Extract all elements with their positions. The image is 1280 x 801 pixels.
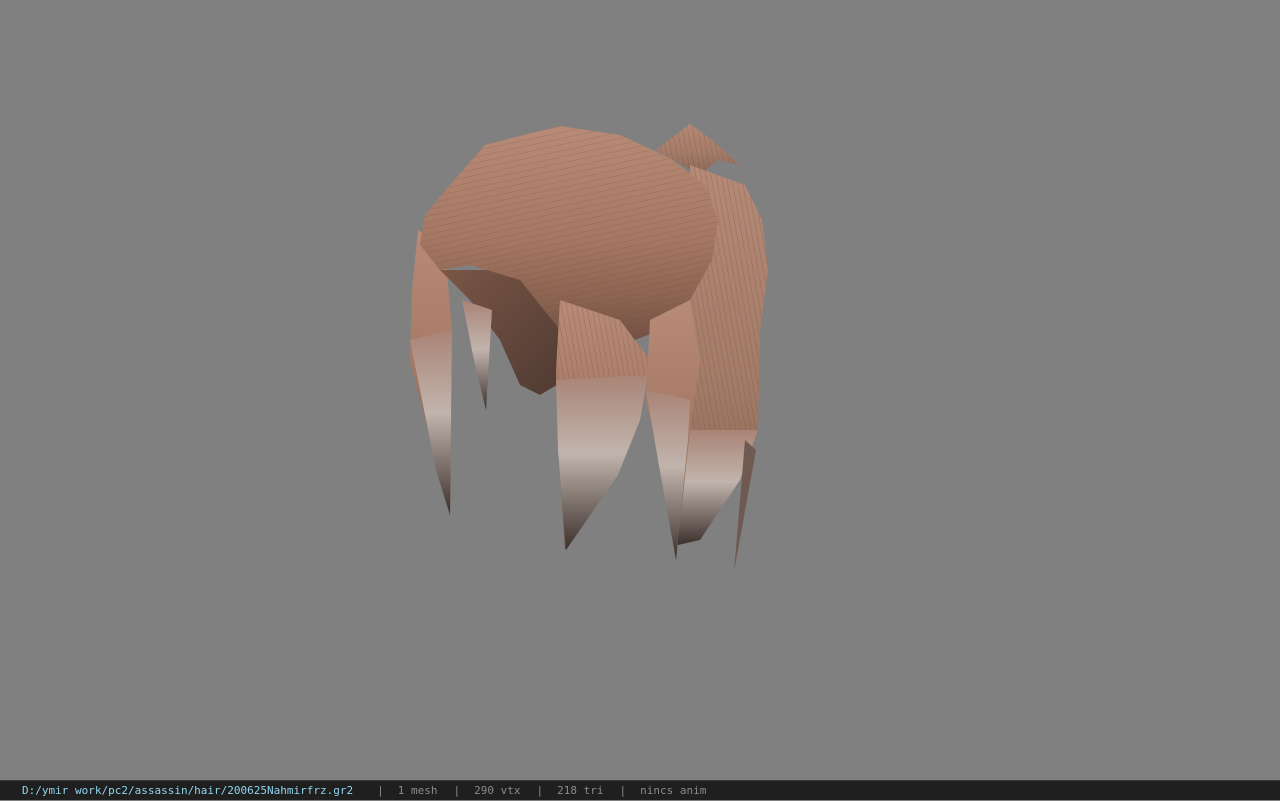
animation-status: nincs anim (640, 783, 707, 797)
file-path: D:/ymir work/pc2/assassin/hair/200625Nah… (22, 783, 354, 797)
status-separator: | (536, 783, 544, 797)
status-separator: | (453, 783, 461, 797)
status-bar: D:/ymir work/pc2/assassin/hair/200625Nah… (0, 780, 1280, 800)
3d-viewport[interactable] (0, 0, 1280, 780)
hair-model[interactable] (0, 0, 1280, 780)
vertex-count: 290 vtx (474, 783, 521, 797)
status-separator: | (377, 783, 384, 797)
mesh-count: 1 mesh (397, 783, 438, 797)
status-separator: | (619, 783, 627, 797)
triangle-count: 218 tri (557, 783, 604, 797)
